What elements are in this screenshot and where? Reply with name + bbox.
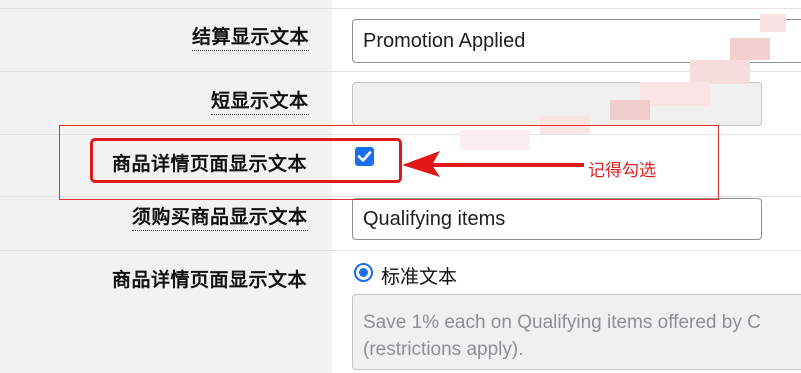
divider [0, 250, 801, 251]
annotation-highlight-box [90, 138, 402, 183]
product-detail-display-text-label-2: 商品详情页面显示文本 [112, 269, 308, 291]
qualifying-items-display-text-input[interactable] [352, 198, 762, 240]
short-display-text-label: 短显示文本 [211, 86, 309, 115]
qualifying-items-display-text-label: 须购买商品显示文本 [132, 202, 308, 231]
standard-text-radio-label[interactable]: 标准文本 [381, 262, 457, 289]
divider [0, 8, 801, 9]
checkout-display-text-label: 结算显示文本 [192, 22, 310, 51]
product-detail-textarea[interactable]: Save 1% each on Qualifying items offered… [352, 294, 801, 370]
divider [0, 71, 801, 72]
annotation-text: 记得勾选 [588, 161, 656, 181]
textarea-content: Save 1% each on Qualifying items offered… [363, 312, 761, 360]
arrow-left-icon [402, 151, 584, 177]
standard-text-radio[interactable] [354, 263, 373, 282]
